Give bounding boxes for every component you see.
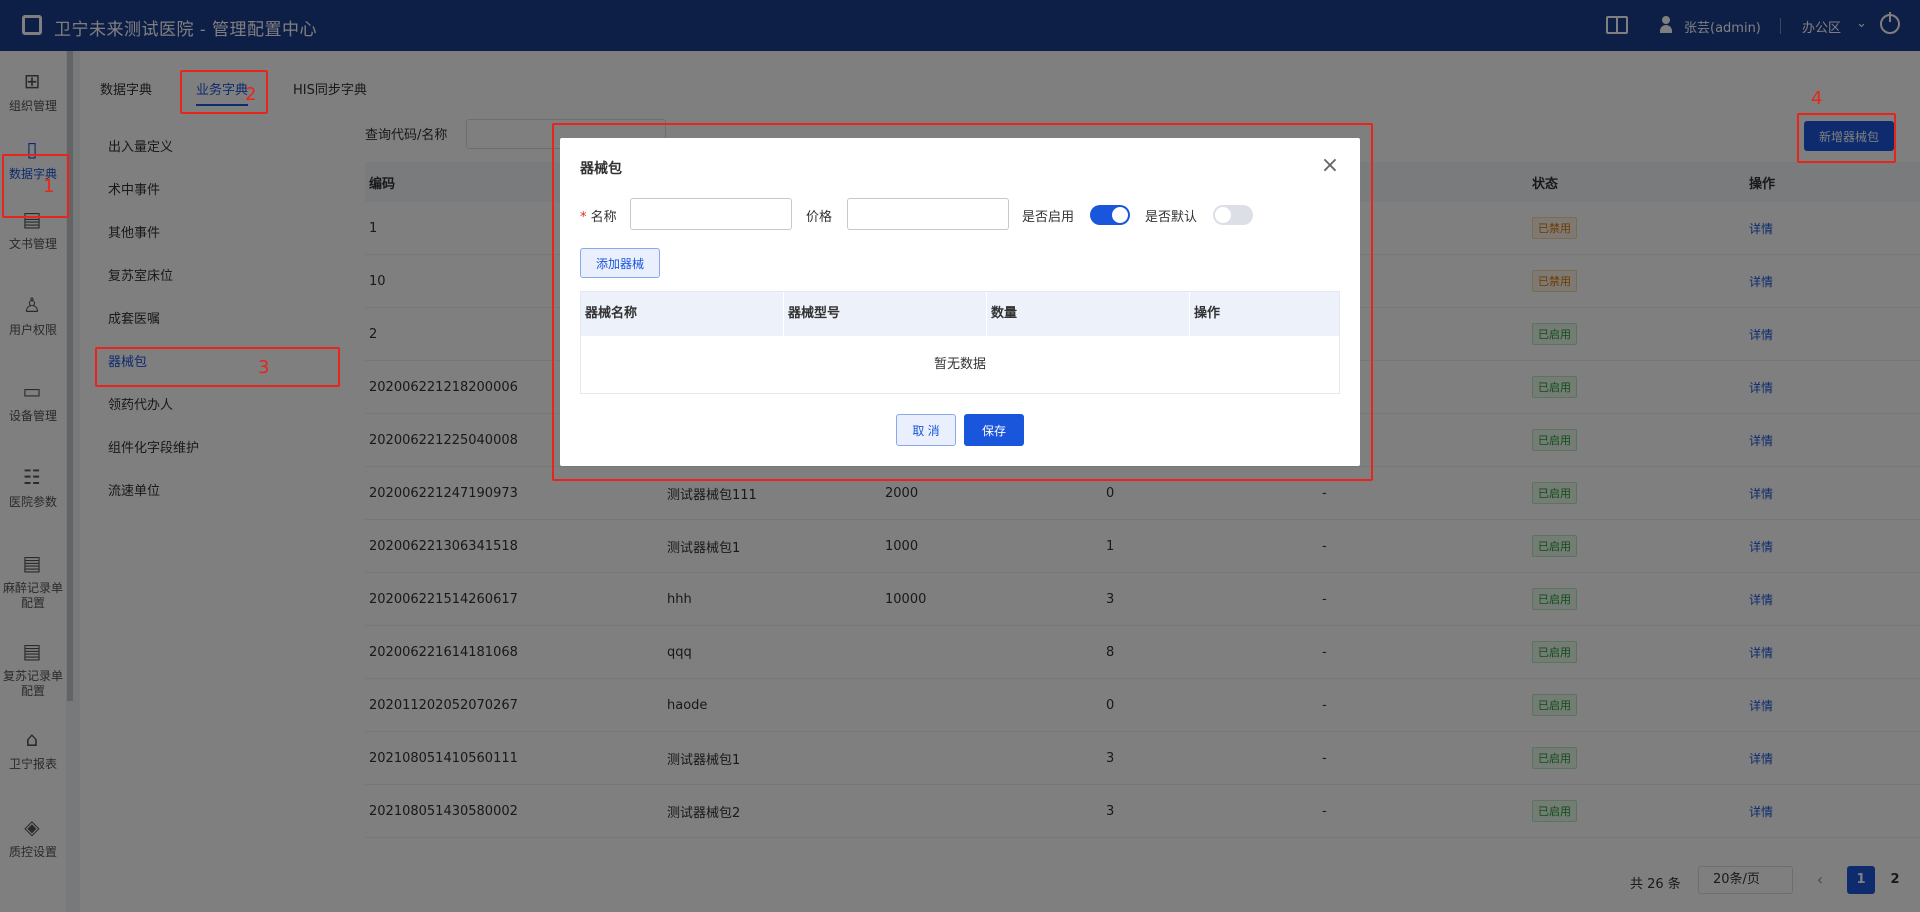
annotation-box [1797,113,1896,163]
toggle-knob [1215,207,1231,223]
name-input[interactable] [630,198,792,230]
enabled-label: 是否启用 [1022,210,1075,225]
close-icon[interactable]: × [1320,155,1340,177]
instrument-pack-dialog: 器械包 × * 名称 价格 是否启用 是否默认 添加器械 器械名称 器械型号 数… [560,138,1360,466]
col-header: 操作 [1194,306,1221,321]
annotation-number: 1 [43,176,55,197]
price-input[interactable] [847,198,1009,230]
empty-text: 暂无数据 [933,357,986,372]
annotation-number: 2 [245,84,257,105]
instrument-table-header: 器械名称 器械型号 数量 操作 [581,292,1339,336]
toggle-knob [1112,207,1128,223]
col-header: 器械名称 [581,292,784,336]
col-header: 器械型号 [784,292,987,336]
annotation-number: 3 [258,357,270,378]
annotation-number: 4 [1811,88,1823,109]
annotation-box [2,154,69,218]
save-button[interactable]: 保存 [964,414,1024,446]
name-label: * 名称 [580,206,617,225]
name-label-text: 名称 [590,210,617,225]
price-label: 价格 [806,210,833,225]
annotation-box [95,347,340,387]
default-label: 是否默认 [1145,210,1198,225]
enabled-toggle[interactable] [1090,205,1130,225]
dialog-title: 器械包 [580,161,622,177]
instrument-table: 器械名称 器械型号 数量 操作 暂无数据 [580,291,1340,394]
col-header: 数量 [987,292,1190,336]
required-mark: * [580,210,587,225]
cancel-button[interactable]: 取 消 [896,414,956,446]
default-toggle[interactable] [1213,205,1253,225]
add-instrument-button[interactable]: 添加器械 [580,248,660,278]
